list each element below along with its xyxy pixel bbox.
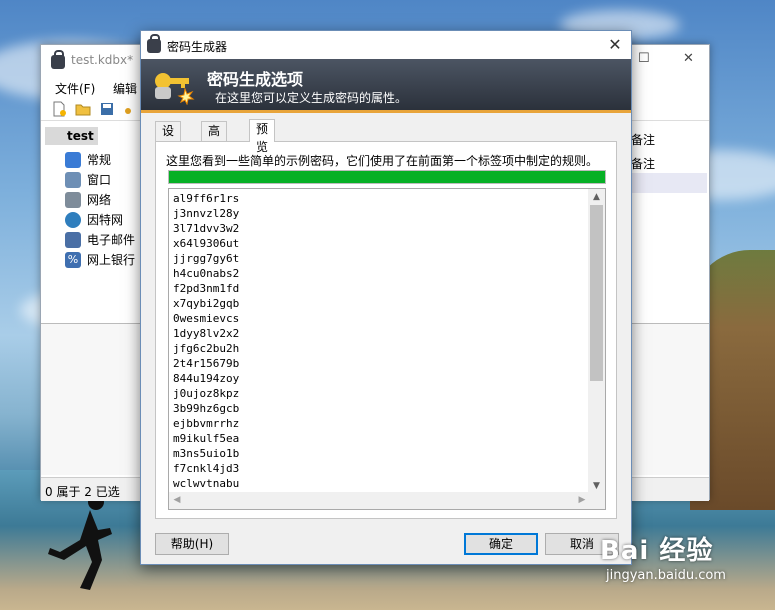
tree-item-label: 网络 (87, 193, 112, 207)
password-item[interactable]: x64l9306ut (173, 236, 239, 251)
scroll-up-icon[interactable]: ▲ (588, 189, 605, 205)
tree-item-network[interactable]: 网络 (65, 191, 111, 209)
dialog-titlebar: 密码生成器 ✕ (141, 31, 631, 59)
tree-item-label: 网上银行 (87, 253, 136, 267)
password-item[interactable]: j3nnvzl28y (173, 206, 239, 221)
horizontal-scrollbar[interactable]: ◀ ▶ (169, 492, 590, 509)
computer-icon (65, 172, 81, 188)
password-item[interactable]: wclwvtnabu (173, 476, 239, 491)
password-preview-list[interactable]: al9ff6r1rs j3nnvzl28y 3l71dvv3w2 x64l9306ut… (168, 188, 606, 510)
tree-item-email[interactable]: 电子邮件 (65, 231, 135, 249)
password-item[interactable]: x7qybi2gqb (173, 296, 239, 311)
keepass-lock-icon (51, 50, 65, 69)
open-folder-icon[interactable] (75, 101, 91, 117)
tree-root-label: test (67, 129, 94, 143)
close-icon[interactable]: ✕ (683, 51, 694, 66)
banner-subtitle: 在这里您可以定义生成密码的属性。 (215, 91, 408, 105)
scroll-left-icon[interactable]: ◀ (169, 492, 185, 509)
dialog-banner: 密码生成选项 在这里您可以定义生成密码的属性。 (141, 59, 631, 113)
dialog-title: 密码生成器 (167, 40, 228, 54)
main-window-title: test.kdbx* (71, 53, 134, 67)
password-item[interactable]: m3ns5uio1b (173, 446, 239, 461)
tree-item-label: 因特网 (87, 213, 124, 227)
tree-root-test[interactable]: test (45, 127, 98, 145)
password-item[interactable]: f2pd3nm1fd (173, 281, 239, 296)
password-item[interactable]: 0wesmievcs (173, 311, 239, 326)
watermark-url: jingyan.baidu.com (606, 568, 726, 583)
password-item[interactable]: j0ujoz8kpz (173, 386, 239, 401)
new-file-icon[interactable] (51, 101, 67, 117)
password-item[interactable]: 3b99hz6gcb (173, 401, 239, 416)
tree-item-banking[interactable]: % 网上银行 (65, 251, 135, 269)
ok-button[interactable]: 确定 (464, 533, 538, 555)
password-item[interactable]: 2t4r15679b (173, 356, 239, 371)
password-item[interactable]: jjrgg7gy6t (173, 251, 239, 266)
password-item[interactable]: 3l71dvv3w2 (173, 221, 239, 236)
progress-fill (169, 171, 605, 183)
keepass-lock-icon (147, 34, 161, 53)
maximize-icon[interactable]: ☐ (638, 51, 650, 66)
menu-file[interactable]: 文件(F) (55, 80, 95, 97)
watermark-logo: Bai 经验 (600, 536, 714, 566)
status-text: 0 属于 2 已选 (45, 485, 120, 499)
password-item[interactable]: f7cnkl4jd3 (173, 461, 239, 476)
percent-icon: % (65, 252, 81, 268)
password-item[interactable]: jfg6c2bu2h (173, 341, 239, 356)
password-item[interactable]: 844u194zoy (173, 371, 239, 386)
vertical-scrollbar[interactable]: ▲ ▼ (588, 189, 605, 494)
close-icon[interactable]: ✕ (599, 31, 631, 59)
preview-panel: 这里您看到一些简单的示例密码，它们使用了在前面第一个标签项中制定的规则。 al9… (155, 141, 617, 519)
tree-item-label: 常规 (87, 153, 112, 167)
key-generator-icon (155, 73, 195, 105)
password-list: al9ff6r1rs j3nnvzl28y 3l71dvv3w2 x64l9306ut… (173, 191, 239, 491)
baidu-watermark: Bai 经验 jingyan.baidu.com (600, 530, 726, 583)
column-notes: 备注 (631, 133, 656, 147)
banner-heading: 密码生成选项 (207, 70, 304, 89)
tree-item-general[interactable]: 常规 (65, 151, 111, 169)
preview-description: 这里您看到一些简单的示例密码，它们使用了在前面第一个标签项中制定的规则。 (166, 154, 599, 168)
tab-advanced[interactable]: 高级 (201, 121, 228, 156)
tree-item-windows[interactable]: 窗口 (65, 171, 111, 189)
email-icon (65, 232, 81, 248)
password-item[interactable]: 1dyy8lv2x2 (173, 326, 239, 341)
tree-item-label: 窗口 (87, 173, 112, 187)
tree-item-internet[interactable]: 因特网 (65, 211, 123, 229)
scrollbar-corner (588, 492, 605, 509)
tab-preview[interactable]: 预览 (249, 119, 276, 154)
password-generator-dialog: 密码生成器 ✕ 密码生成选项 在这里您可以定义生成密码的属性。 设置 高级 预览… (140, 30, 632, 565)
selected-entry-row[interactable] (631, 173, 707, 193)
password-item[interactable]: h4cu0nabs2 (173, 266, 239, 281)
password-item[interactable]: ejbbvmrrhz (173, 416, 239, 431)
column-notes: 备注 (631, 157, 656, 171)
scrollbar-thumb[interactable] (590, 205, 603, 381)
entry-list-pane: 备注 备注 (631, 123, 711, 323)
runner-silhouette (48, 494, 112, 590)
tab-settings[interactable]: 设置 (155, 121, 182, 156)
folder-icon (65, 152, 81, 168)
help-button[interactable]: 帮助(H) (155, 533, 229, 555)
password-item[interactable]: al9ff6r1rs (173, 191, 239, 206)
tree-item-label: 电子邮件 (87, 233, 136, 247)
generation-progress-bar (168, 170, 606, 184)
globe-icon (65, 212, 81, 228)
network-icon (65, 192, 81, 208)
save-icon[interactable] (99, 101, 115, 117)
password-item[interactable]: m9ikulf5ea (173, 431, 239, 446)
key-toolbar-icon[interactable] (123, 101, 139, 117)
menu-edit[interactable]: 编辑 (113, 80, 137, 97)
